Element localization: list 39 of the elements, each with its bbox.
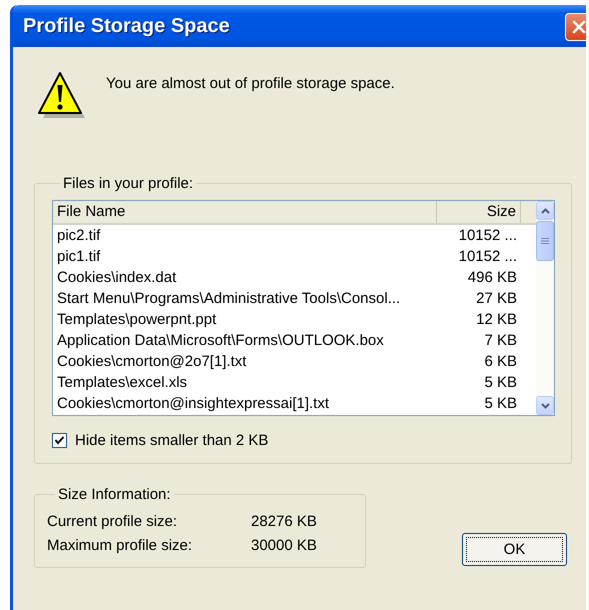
- close-button[interactable]: [565, 13, 586, 41]
- column-header[interactable]: File Name: [53, 201, 437, 223]
- window-title: Profile Storage Space: [23, 14, 230, 38]
- scrollbar[interactable]: [536, 201, 554, 415]
- file-size-cell-text: 27 KB: [475, 290, 517, 307]
- size-value: 28276 KB: [251, 512, 317, 530]
- file-name-cell[interactable]: Start Menu\Programs\Administrative Tools\Consol...: [53, 290, 437, 307]
- file-size-cell-text: 5 KB: [483, 374, 517, 391]
- file-name-cell[interactable]: Cookies\cmorton@insightexpressai[1].txt: [53, 395, 437, 412]
- size-label: Maximum profile size:: [47, 536, 194, 554]
- size-value: 30000 KB: [251, 536, 317, 554]
- file-size-cell-text: 6 KB: [483, 353, 517, 370]
- file-name-cell[interactable]: pic1.tif: [53, 248, 437, 265]
- file-name-cell[interactable]: Cookies\index.dat: [53, 269, 437, 286]
- group-label: Files in your profile:: [62, 175, 194, 192]
- file-size-cell-text: 5 KB: [483, 395, 517, 412]
- file-name-cell[interactable]: Cookies\cmorton@2o7[1].txt: [53, 353, 437, 370]
- checkbox[interactable]: [52, 433, 67, 448]
- checkmark-icon: [54, 435, 65, 446]
- file-size-cell-text: 10152 ...: [458, 227, 517, 244]
- file-size-cell-text: 496 KB: [466, 269, 517, 286]
- scroll-down-button[interactable]: [536, 396, 554, 415]
- file-name-cell[interactable]: pic2.tif: [53, 227, 437, 244]
- file-name-cell[interactable]: Templates\excel.xls: [53, 374, 437, 391]
- scroll-up-button[interactable]: [536, 201, 554, 220]
- warning-message: You are almost out of profile storage space.: [106, 75, 395, 92]
- file-name-cell[interactable]: Application Data\Microsoft\Forms\OUTLOOK.box: [53, 332, 437, 349]
- file-name-cell[interactable]: Templates\powerpnt.ppt: [53, 311, 437, 328]
- file-size-cell-text: 7 KB: [483, 332, 517, 349]
- column-header[interactable]: Size: [437, 201, 521, 223]
- file-size-cell-text: 12 KB: [475, 311, 517, 328]
- close-icon: [571, 19, 586, 35]
- checkbox-label: Hide items smaller than 2 KB: [75, 432, 268, 449]
- group-label: Size Information:: [57, 486, 172, 503]
- ok-button[interactable]: OK: [462, 533, 567, 566]
- grip-icon: [541, 237, 549, 245]
- size-label: Current profile size:: [47, 512, 178, 530]
- file-size-cell-text: 10152 ...: [458, 248, 517, 265]
- scroll-thumb[interactable]: [536, 221, 554, 261]
